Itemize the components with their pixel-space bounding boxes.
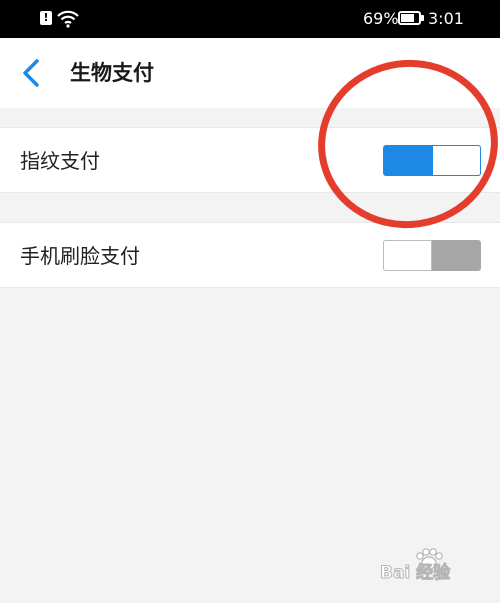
setting-row-face-pay[interactable]: 手机刷脸支付 [0, 222, 500, 288]
face-pay-toggle[interactable] [383, 240, 481, 271]
status-bar: ! 69% 3:01 [0, 0, 500, 38]
battery-percent: 69% [363, 9, 399, 28]
back-button[interactable] [14, 53, 54, 93]
setting-label: 指纹支付 [20, 149, 100, 173]
wifi-icon [57, 10, 79, 32]
toggle-knob [432, 145, 481, 176]
chevron-left-icon [23, 59, 39, 87]
alert-icon: ! [40, 11, 52, 25]
battery-icon [398, 11, 424, 25]
app-header: 生物支付 [0, 38, 500, 108]
fingerprint-pay-toggle[interactable] [383, 145, 481, 176]
setting-row-fingerprint-pay[interactable]: 指纹支付 [0, 127, 500, 193]
page-title: 生物支付 [70, 61, 154, 85]
toggle-knob [383, 240, 432, 271]
watermark-text: Bai 经验 [379, 563, 451, 584]
status-time: 3:01 [428, 9, 464, 28]
setting-label: 手机刷脸支付 [20, 244, 140, 268]
watermark: Bai 经验 [379, 548, 490, 588]
